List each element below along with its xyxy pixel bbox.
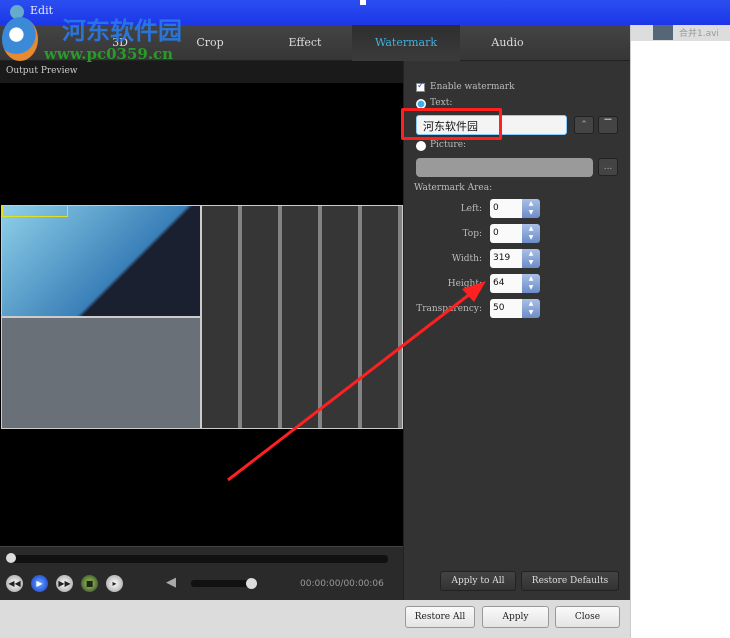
annotation-arrow — [227, 281, 486, 482]
arrow-line — [227, 292, 471, 482]
